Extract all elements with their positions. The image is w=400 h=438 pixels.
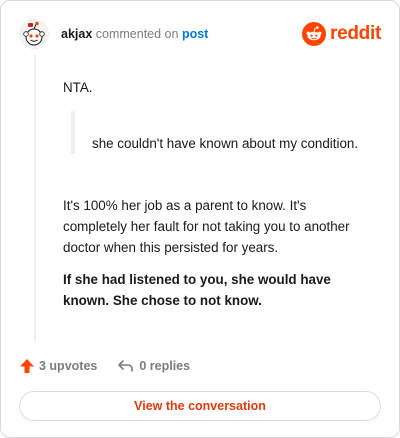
comment-paragraph-2: It's 100% her job as a parent to know. I… [63,198,350,255]
blockquote: she couldn't have known about my conditi… [71,111,371,154]
comment-meta: akjax commented on post [61,26,208,42]
view-conversation-label: View the conversation [134,399,266,413]
upvote-arrow-icon [20,359,34,373]
comment-paragraph-3: If she had listened to you, she would ha… [63,272,331,308]
reddit-logo-icon [302,22,327,46]
username-link[interactable]: akjax [61,27,92,41]
view-conversation-button[interactable]: View the conversation [19,391,381,421]
reply-button[interactable]: 0 replies [117,358,190,374]
upvote-count: 3 upvotes [39,359,98,373]
comment-line-1: NTA. [63,80,93,95]
action-text: commented on [95,27,179,41]
thread-line[interactable] [34,55,36,341]
post-link[interactable]: post [182,27,208,41]
comment-actions: 3 upvotes 0 replies [19,357,210,375]
comment-embed-card: akjax commented on post reddit NTA. she … [0,0,400,438]
comment-header: akjax commented on post reddit [19,19,381,51]
quote-text: she couldn't have known about my conditi… [92,136,359,151]
reddit-logo[interactable]: reddit [302,21,381,47]
snoo-avatar-icon [19,19,49,49]
reddit-logo-text: reddit [330,23,381,44]
user-avatar[interactable] [19,19,49,49]
upvote-button[interactable]: 3 upvotes [19,358,97,374]
reply-count: 0 replies [139,359,191,373]
reply-arrow-icon [118,360,134,372]
